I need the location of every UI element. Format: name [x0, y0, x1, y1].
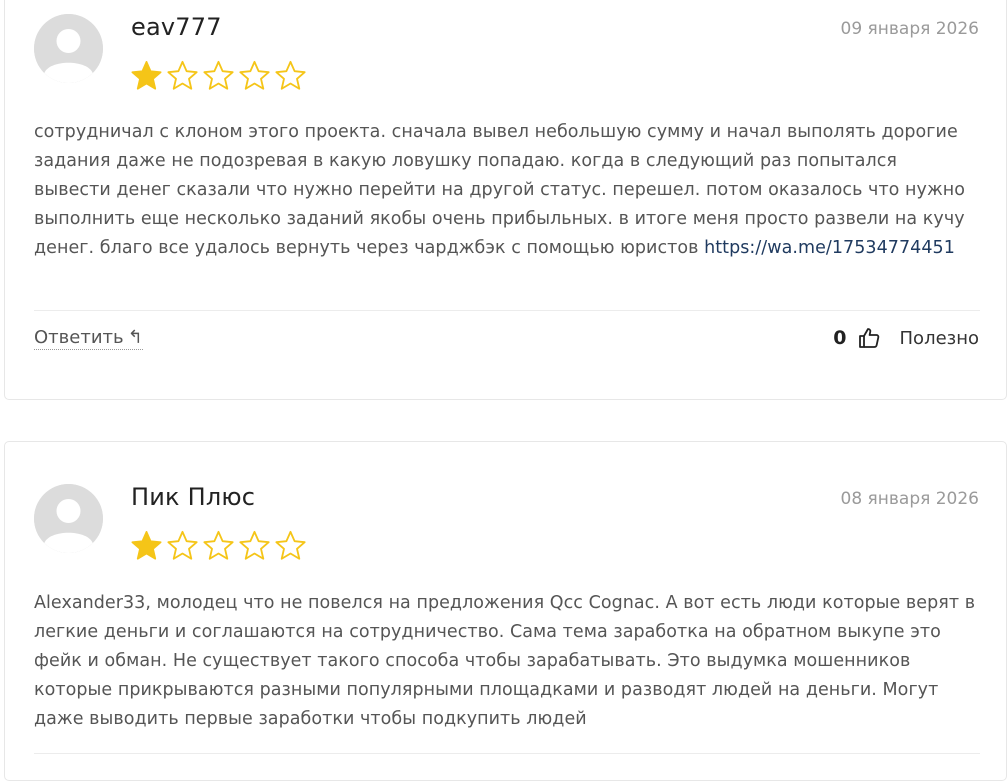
avatar: [34, 484, 103, 553]
avatar: [34, 14, 103, 83]
star-rating: [129, 59, 308, 93]
reply-label: Ответить: [34, 327, 124, 348]
review-card: eav777 09 января 2026 сотрудничал с клон…: [4, 0, 1007, 400]
useful-label: Полезно: [899, 327, 979, 349]
star-icon: [167, 530, 198, 560]
star-icon: [203, 60, 234, 90]
divider: [34, 310, 980, 311]
review-link[interactable]: https://wa.me/17534774451: [704, 238, 955, 258]
user-placeholder-icon: [34, 484, 103, 553]
review-card: Пик Плюс 08 января 2026 Alexander33, мол…: [4, 441, 1007, 781]
reply-arrow-icon: ↰: [127, 326, 143, 348]
review-author: Пик Плюс: [131, 483, 256, 511]
vote-count: 0: [833, 327, 847, 349]
star-icon: [167, 60, 198, 90]
star-icon: [131, 530, 162, 560]
review-date: 08 января 2026: [840, 489, 980, 509]
review-author: eav777: [131, 13, 222, 41]
vote-section: 0 Полезно: [833, 326, 979, 350]
star-icon: [239, 60, 270, 90]
star-icon: [275, 530, 306, 560]
star-icon: [131, 60, 162, 90]
star-icon: [203, 530, 234, 560]
review-text: Alexander33, молодец что не повелся на п…: [34, 593, 976, 729]
thumbs-up-icon[interactable]: [857, 326, 881, 350]
user-placeholder-icon: [34, 14, 103, 83]
star-icon: [275, 60, 306, 90]
reply-button[interactable]: Ответить ↰: [34, 327, 143, 350]
divider: [34, 753, 980, 754]
review-text: сотрудничал с клоном этого проекта. снач…: [34, 118, 979, 263]
star-rating: [129, 529, 308, 563]
star-icon: [239, 530, 270, 560]
review-date: 09 января 2026: [840, 19, 980, 39]
